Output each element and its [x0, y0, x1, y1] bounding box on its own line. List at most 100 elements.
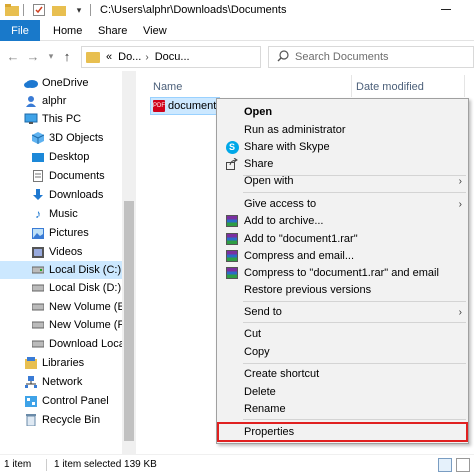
menu-item-create-shortcut[interactable]: Create shortcut: [217, 365, 468, 383]
menu-item-restore-previous-versions[interactable]: Restore previous versions: [217, 281, 468, 299]
sidebar-item-downloads[interactable]: Downloads: [0, 186, 122, 204]
drive-icon: [31, 301, 45, 313]
context-menu: Open Run as administrator S Share with S…: [216, 98, 469, 444]
skype-icon: S: [225, 140, 239, 154]
divider: [90, 4, 91, 16]
menu-item-rename[interactable]: Rename: [217, 400, 468, 418]
breadcrumb-documents[interactable]: Docu...: [155, 51, 190, 63]
title-bar: ▾ C:\Users\alphr\Downloads\Documents: [0, 0, 474, 20]
divider: [351, 75, 352, 97]
navigation-pane: OneDrive alphr This PC 3D Objects Deskto…: [0, 71, 136, 454]
sidebar-item-onedrive[interactable]: OneDrive: [0, 74, 122, 92]
cube-icon: [31, 132, 45, 144]
menu-item-add-to-document1-rar[interactable]: Add to "document1.rar": [217, 230, 468, 248]
chevron-right-icon: ›: [458, 198, 462, 210]
download-icon: [31, 189, 45, 201]
chevron-right-icon: ›: [458, 306, 462, 318]
sidebar-item-pictures[interactable]: Pictures: [0, 224, 122, 242]
properties-quick-access-icon[interactable]: [31, 3, 47, 17]
drive-icon: [31, 282, 45, 294]
sidebar-item-new-volume-f[interactable]: New Volume (F:): [0, 316, 122, 334]
divider: [23, 4, 24, 16]
sidebar-item-videos[interactable]: Videos: [0, 243, 122, 261]
tab-share[interactable]: Share: [98, 20, 127, 41]
menu-item-copy[interactable]: Copy: [217, 343, 468, 361]
tab-home[interactable]: Home: [53, 20, 82, 41]
nav-scrollbar-thumb[interactable]: [124, 201, 134, 441]
menu-item-add-to-archive[interactable]: Add to archive...: [217, 212, 468, 230]
divider: [243, 363, 466, 364]
sidebar-item-desktop[interactable]: Desktop: [0, 148, 122, 166]
video-icon: [31, 246, 45, 258]
sidebar-item-3d-objects[interactable]: 3D Objects: [0, 129, 122, 147]
menu-item-compress-and-email[interactable]: Compress and email...: [217, 247, 468, 265]
divider: [243, 192, 466, 193]
menu-item-properties[interactable]: Properties: [217, 422, 468, 442]
sidebar-item-libraries[interactable]: Libraries: [0, 354, 122, 372]
back-arrow-icon[interactable]: ←: [6, 49, 20, 64]
share-icon: [225, 157, 239, 171]
recent-locations-icon[interactable]: ▾: [44, 49, 58, 63]
large-icons-view-icon[interactable]: [456, 458, 470, 472]
search-input[interactable]: Search Documents: [268, 46, 474, 68]
sidebar-item-new-volume-e[interactable]: New Volume (E:): [0, 298, 122, 316]
sidebar-item-download-location[interactable]: Download Location: [0, 335, 122, 353]
menu-item-run-as-administrator[interactable]: Run as administrator: [217, 121, 468, 139]
menu-item-open[interactable]: Open: [217, 103, 468, 121]
details-view-icon[interactable]: [438, 458, 452, 472]
file-row-document1[interactable]: PDF document1: [150, 97, 222, 115]
nav-scrollbar[interactable]: [122, 71, 136, 454]
up-arrow-icon[interactable]: ↑: [60, 49, 74, 64]
menu-item-compress-to-document1-rar-and-email[interactable]: Compress to "document1.rar" and email: [217, 264, 468, 282]
menu-item-share-with-skype[interactable]: S Share with Skype: [217, 138, 468, 156]
sidebar-item-control-panel[interactable]: Control Panel: [0, 392, 122, 410]
library-icon: [24, 357, 38, 369]
divider: [46, 459, 47, 471]
winrar-icon: [225, 249, 239, 263]
drive-icon: [31, 338, 45, 350]
sidebar-item-alphr[interactable]: alphr: [0, 92, 122, 110]
tab-file[interactable]: File: [0, 20, 40, 41]
divider: [243, 419, 466, 420]
divider: [243, 322, 466, 323]
menu-item-share[interactable]: Share: [217, 155, 468, 173]
sidebar-item-this-pc[interactable]: This PC: [0, 110, 122, 128]
menu-item-delete[interactable]: Delete: [217, 383, 468, 401]
customize-quick-access-icon[interactable]: ▾: [71, 3, 87, 17]
winrar-icon: [225, 214, 239, 228]
breadcrumb-downloads[interactable]: Do...: [118, 51, 141, 63]
sidebar-item-network[interactable]: Network: [0, 373, 122, 391]
sidebar-item-music[interactable]: ♪ Music: [0, 205, 122, 223]
column-header-name[interactable]: Name: [153, 77, 182, 97]
music-icon: ♪: [35, 207, 41, 221]
status-bar: 1 item 1 item selected 139 KB: [0, 454, 474, 474]
new-folder-quick-access-icon[interactable]: [51, 3, 67, 17]
divider: [243, 301, 466, 302]
document-icon: [31, 170, 45, 182]
sidebar-item-local-disk-d[interactable]: Local Disk (D:): [0, 279, 122, 297]
address-bar[interactable]: « Do... › Docu...: [81, 46, 261, 68]
control-panel-icon: [24, 395, 38, 407]
tab-view[interactable]: View: [143, 20, 167, 41]
chevron-right-icon[interactable]: ›: [145, 52, 148, 63]
user-icon: [24, 95, 38, 107]
recycle-bin-icon: [24, 414, 38, 426]
network-icon: [24, 376, 38, 388]
sidebar-item-documents[interactable]: Documents: [0, 167, 122, 185]
column-header-date-modified[interactable]: Date modified: [356, 77, 424, 97]
menu-item-cut[interactable]: Cut: [217, 325, 468, 343]
menu-item-send-to[interactable]: Send to ›: [217, 303, 468, 321]
divider: [464, 75, 465, 97]
computer-icon: [24, 113, 38, 125]
window-title: C:\Users\alphr\Downloads\Documents: [100, 4, 287, 16]
minimize-icon[interactable]: [441, 9, 451, 10]
drive-icon: [31, 264, 45, 276]
winrar-icon: [225, 232, 239, 246]
menu-item-give-access-to[interactable]: Give access to ›: [217, 195, 468, 213]
sidebar-item-local-disk-c[interactable]: Local Disk (C:): [0, 261, 122, 279]
ribbon-tabs: File Home Share View: [0, 20, 474, 41]
breadcrumb-overflow[interactable]: «: [106, 51, 112, 63]
forward-arrow-icon[interactable]: →: [26, 49, 40, 64]
sidebar-item-recycle-bin[interactable]: Recycle Bin: [0, 411, 122, 429]
menu-item-open-with[interactable]: Open with ›: [217, 172, 468, 190]
